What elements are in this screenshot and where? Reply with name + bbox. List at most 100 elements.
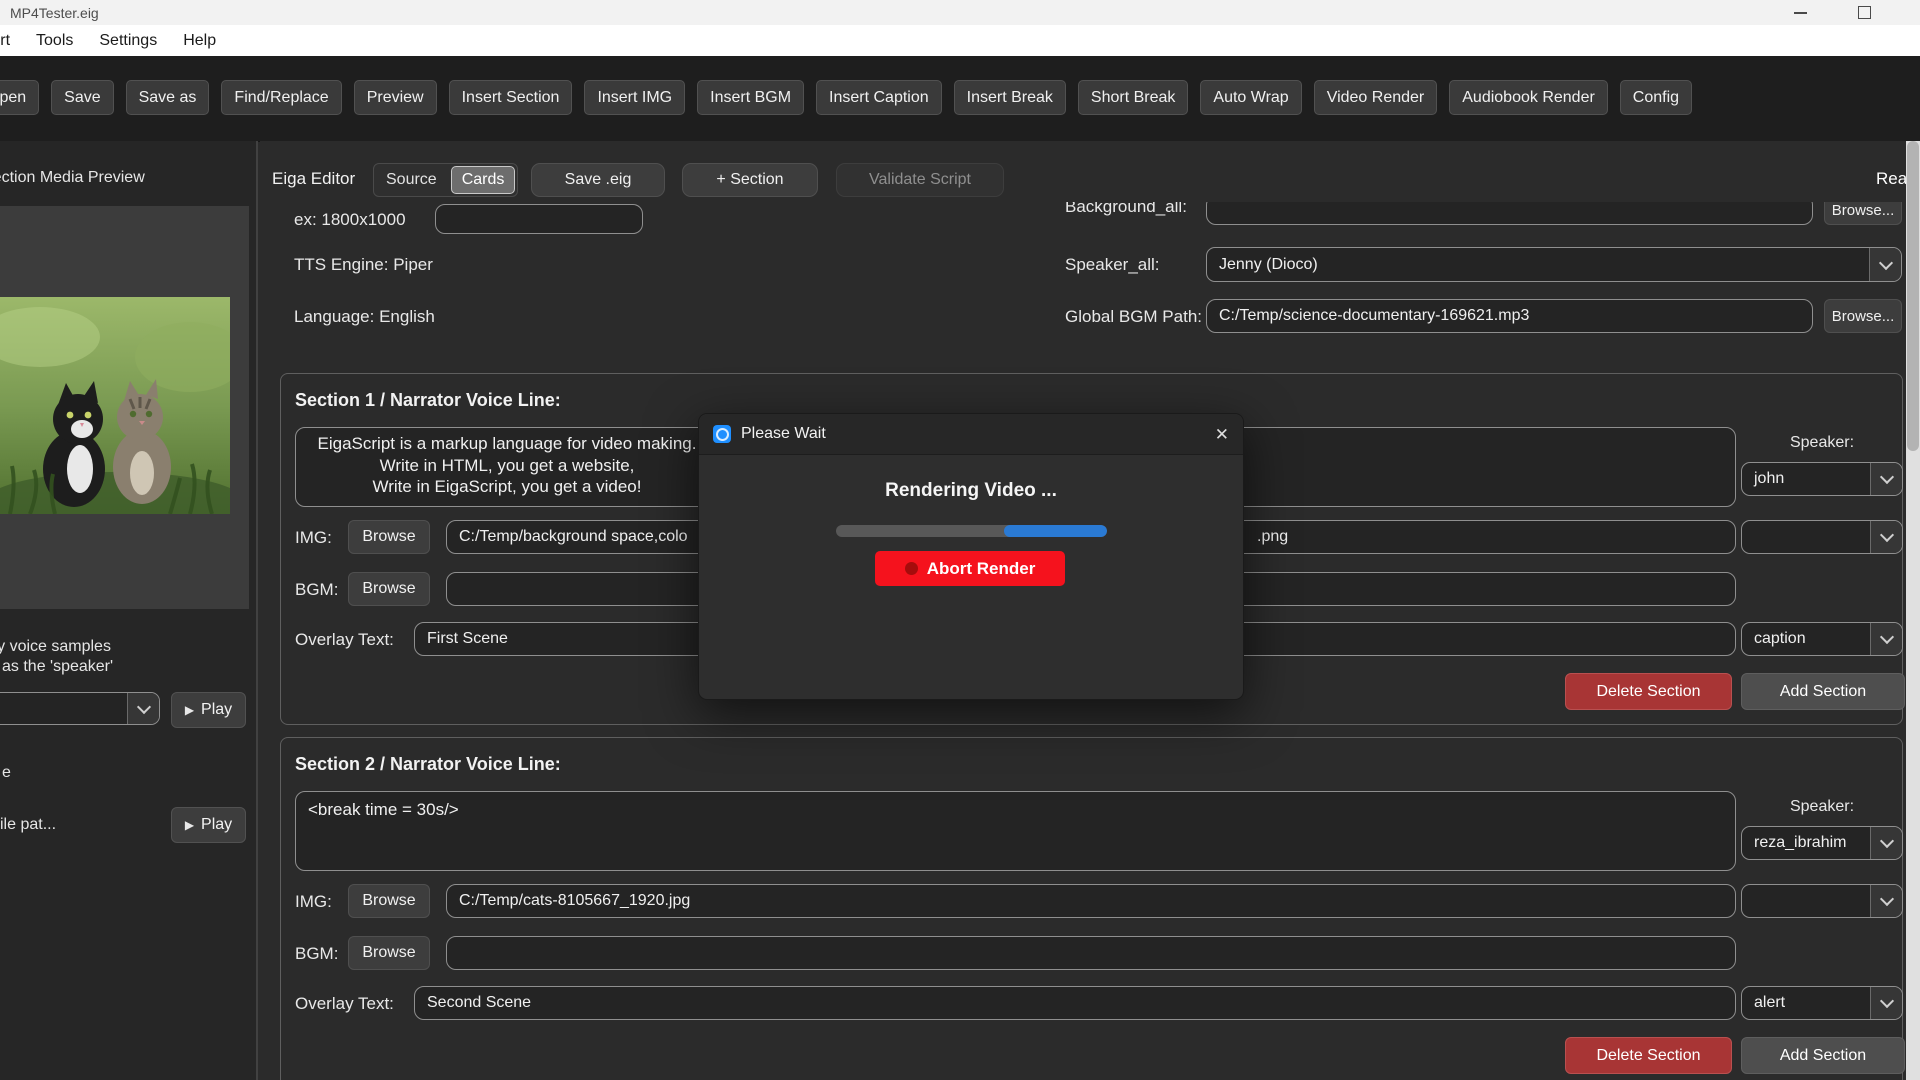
- img-browse-button[interactable]: Browse: [348, 884, 430, 918]
- speaker-select[interactable]: reza_ibrahim: [1741, 826, 1903, 860]
- insert-img-button[interactable]: Insert IMG: [584, 80, 685, 115]
- minimize-button[interactable]: [1772, 0, 1828, 25]
- img-label: IMG:: [295, 528, 332, 548]
- maximize-button[interactable]: [1836, 0, 1892, 25]
- progress-bar-fill: [1004, 525, 1107, 537]
- size-input[interactable]: [435, 204, 643, 234]
- img-style-value: [1742, 521, 1870, 553]
- video-render-button[interactable]: Video Render: [1314, 80, 1438, 115]
- speaker-label: Speaker:: [1741, 798, 1903, 816]
- open-button[interactable]: Open: [0, 80, 39, 115]
- window-title: MP4Tester.eig: [10, 5, 99, 21]
- tab-source[interactable]: Source: [374, 164, 449, 196]
- narrator-voice-text: EigaScript is a markup language for vide…: [296, 428, 718, 503]
- add-section-button[interactable]: Add Section: [1741, 673, 1905, 710]
- play-voice-sample-button[interactable]: ▶ Play: [171, 692, 246, 728]
- voice-samples-note-line2: as the 'speaker': [2, 658, 113, 676]
- menu-insert[interactable]: Insert: [0, 25, 23, 56]
- audiobook-render-button[interactable]: Audiobook Render: [1449, 80, 1608, 115]
- overlay-text-label: Overlay Text:: [295, 630, 394, 650]
- dialog-title: Please Wait: [741, 425, 826, 443]
- media-preview-sidebar: Section Media Preview: [0, 141, 258, 1080]
- speaker-all-select[interactable]: Jenny (Dioco): [1206, 247, 1902, 282]
- chevron-down-icon: [1870, 827, 1902, 859]
- voice-sample-select-value: [0, 693, 127, 724]
- abort-render-button[interactable]: Abort Render: [875, 551, 1065, 586]
- img-style-select[interactable]: [1741, 884, 1903, 918]
- speaker-select[interactable]: john: [1741, 462, 1903, 496]
- media-preview-title: Section Media Preview: [0, 169, 145, 187]
- bgm-label: BGM:: [295, 580, 338, 600]
- view-tabs: Source Cards: [373, 163, 518, 197]
- maximize-icon: [1858, 6, 1871, 19]
- global-bgm-input[interactable]: C:/Temp/science-documentary-169621.mp3: [1206, 299, 1813, 333]
- bgm-path-input[interactable]: [446, 936, 1736, 970]
- add-section-button[interactable]: Add Section: [1741, 1037, 1905, 1074]
- background-browse-button[interactable]: Browse...: [1824, 202, 1902, 225]
- overlay-style-select[interactable]: caption: [1741, 622, 1903, 656]
- img-style-value: [1742, 885, 1870, 917]
- insert-section-button[interactable]: Insert Section: [449, 80, 573, 115]
- img-browse-button[interactable]: Browse: [348, 520, 430, 554]
- img-path-input[interactable]: C:/Temp/cats-8105667_1920.jpg: [446, 884, 1736, 918]
- img-style-select[interactable]: [1741, 520, 1903, 554]
- tab-cards[interactable]: Cards: [451, 166, 516, 194]
- tts-engine-label: TTS Engine: Piper: [294, 255, 433, 275]
- menu-help[interactable]: Help: [170, 25, 229, 56]
- file-path-fragment: ile pat...: [0, 816, 56, 834]
- media-preview-image: [0, 297, 230, 514]
- settings-row-clipped: ex: 1800x1000 Background_all: Browse...: [260, 202, 1906, 244]
- save-as-button[interactable]: Save as: [126, 80, 210, 115]
- overlay-text-input[interactable]: Second Scene: [414, 986, 1736, 1020]
- voice-samples-note-line1: Play voice samples: [0, 638, 111, 656]
- chevron-down-icon: [1870, 885, 1902, 917]
- bgm-label: BGM:: [295, 944, 338, 964]
- preview-button[interactable]: Preview: [354, 80, 437, 115]
- delete-section-button[interactable]: Delete Section: [1565, 673, 1732, 710]
- narrator-voice-text: <break time = 30s/>: [296, 792, 1735, 828]
- size-hint-label: ex: 1800x1000: [294, 210, 406, 230]
- sidebar-text-fragment: e: [2, 764, 11, 782]
- narrator-voice-textarea[interactable]: <break time = 30s/>: [295, 791, 1736, 871]
- speaker-value: reza_ibrahim: [1742, 827, 1870, 859]
- insert-caption-button[interactable]: Insert Caption: [816, 80, 942, 115]
- config-button[interactable]: Config: [1620, 80, 1692, 115]
- delete-section-button[interactable]: Delete Section: [1565, 1037, 1732, 1074]
- validate-script-button[interactable]: Validate Script: [836, 163, 1004, 197]
- global-bgm-browse-button[interactable]: Browse...: [1824, 299, 1902, 333]
- section-title: Section 1 / Narrator Voice Line:: [295, 390, 561, 411]
- abort-render-label: Abort Render: [927, 559, 1036, 579]
- scrollbar-thumb[interactable]: [1907, 141, 1919, 451]
- bgm-browse-button[interactable]: Browse: [348, 572, 430, 606]
- auto-wrap-button[interactable]: Auto Wrap: [1200, 80, 1301, 115]
- play-file-button[interactable]: ▶ Play: [171, 807, 246, 843]
- voice-sample-select[interactable]: [0, 692, 160, 725]
- close-button[interactable]: ✕: [1215, 414, 1229, 455]
- speaker-all-value: Jenny (Dioco): [1207, 248, 1869, 281]
- insert-break-button[interactable]: Insert Break: [954, 80, 1066, 115]
- background-all-input[interactable]: [1206, 202, 1813, 225]
- overlay-text-label: Overlay Text:: [295, 994, 394, 1014]
- record-dot-icon: [905, 562, 918, 575]
- speaker-all-label: Speaker_all:: [1065, 255, 1160, 275]
- add-section-top-button[interactable]: + Section: [682, 163, 818, 197]
- play-button-label: Play: [201, 701, 232, 719]
- overlay-style-select[interactable]: alert: [1741, 986, 1903, 1020]
- play-icon: ▶: [185, 703, 194, 717]
- insert-bgm-button[interactable]: Insert BGM: [697, 80, 804, 115]
- short-break-button[interactable]: Short Break: [1078, 80, 1188, 115]
- chevron-down-icon: [1870, 521, 1902, 553]
- img-path-text: C:/Temp/background space,colo: [459, 528, 688, 546]
- save-eig-button[interactable]: Save .eig: [531, 163, 665, 197]
- section-card-2: Section 2 / Narrator Voice Line: <break …: [280, 737, 1903, 1080]
- language-label: Language: English: [294, 307, 435, 327]
- bgm-browse-button[interactable]: Browse: [348, 936, 430, 970]
- menu-bar: Insert Tools Settings Help: [0, 25, 1920, 56]
- menu-settings[interactable]: Settings: [86, 25, 170, 56]
- find-replace-button[interactable]: Find/Replace: [221, 80, 341, 115]
- chevron-down-icon: [1870, 463, 1902, 495]
- speaker-label: Speaker:: [1741, 434, 1903, 452]
- vertical-scrollbar[interactable]: [1906, 141, 1920, 1080]
- save-button[interactable]: Save: [51, 80, 113, 115]
- menu-tools[interactable]: Tools: [23, 25, 86, 56]
